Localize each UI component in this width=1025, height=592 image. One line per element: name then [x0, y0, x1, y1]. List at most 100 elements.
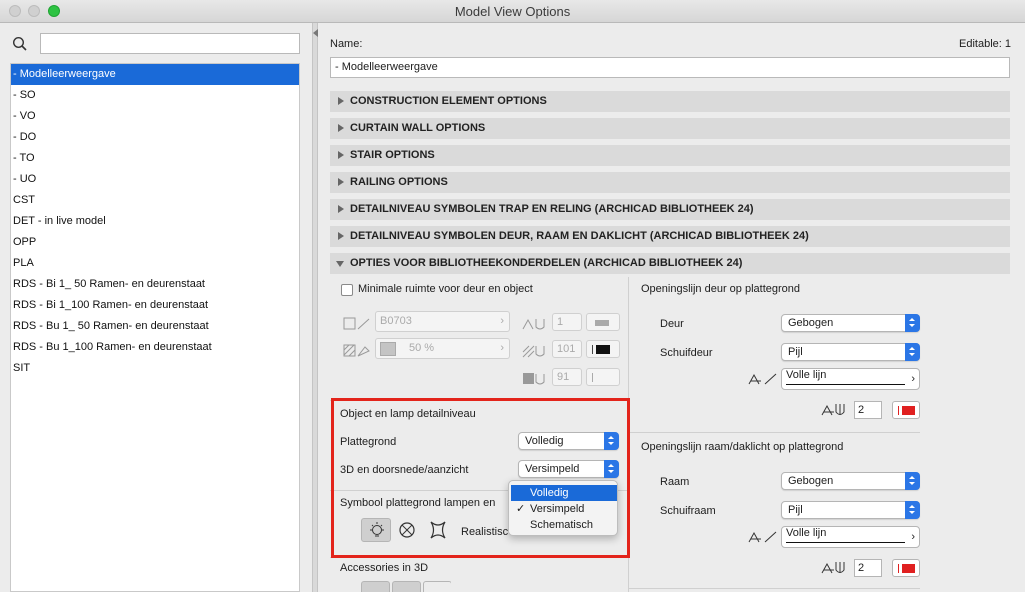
fill-name-field: B0703 › — [375, 311, 510, 332]
section-title: CONSTRUCTION ELEMENT OPTIONS — [350, 95, 547, 107]
fill-name-text: B0703 — [380, 315, 412, 327]
list-item[interactable]: - DO — [11, 127, 299, 148]
disclosure-triangle-icon — [338, 232, 344, 240]
chevron-right-icon: › — [911, 531, 915, 543]
title-bar: Model View Options — [0, 0, 1025, 23]
door-select[interactable]: Gebogen — [781, 314, 920, 332]
sliding-door-select[interactable]: Pijl — [781, 343, 920, 361]
section-title: RAILING OPTIONS — [350, 176, 448, 188]
editable-count: Editable: 1 — [959, 38, 1011, 50]
hatch-pen-icon — [522, 345, 545, 358]
line-type-icon — [748, 373, 777, 385]
fill-line-icon — [343, 317, 370, 330]
list-item[interactable]: RDS - Bi 1_100 Ramen- en deurenstaat — [11, 295, 299, 316]
updown-arrows-icon — [905, 343, 920, 361]
search-icon — [12, 36, 27, 51]
pen-weight-icon — [821, 562, 845, 574]
divider — [629, 432, 920, 433]
window-label: Raam — [660, 476, 690, 488]
list-item[interactable]: SIT — [11, 358, 299, 379]
disclosure-triangle-icon — [338, 124, 344, 132]
chevron-right-icon: › — [500, 315, 504, 327]
pen-number-field: 101 — [552, 340, 582, 358]
list-item[interactable]: - VO — [11, 106, 299, 127]
background-pen-icon — [523, 373, 545, 385]
section-title: DETAILNIVEAU SYMBOLEN DEUR, RAAM EN DAKL… — [350, 230, 809, 242]
list-item[interactable]: PLA — [11, 253, 299, 274]
line-type-icon — [748, 531, 777, 543]
disclosure-triangle-icon — [338, 205, 344, 213]
line-type-value: Volle lijn — [786, 369, 827, 381]
section-detail-stair-railing[interactable]: DETAILNIVEAU SYMBOLEN TRAP EN RELING (AR… — [330, 199, 1010, 220]
pen-color-button — [586, 340, 620, 358]
section-title: CURTAIN WALL OPTIONS — [350, 122, 486, 134]
chevron-right-icon: › — [500, 342, 504, 354]
window-value: Gebogen — [788, 475, 834, 487]
search-input[interactable] — [40, 33, 300, 54]
line-preview — [786, 384, 905, 385]
pen-weight-icon — [522, 318, 545, 330]
section-railing-options[interactable]: RAILING OPTIONS — [330, 172, 1010, 193]
sliding-door-value: Pijl — [788, 346, 803, 358]
list-item[interactable]: RDS - Bu 1_ 50 Ramen- en deurenstaat — [11, 316, 299, 337]
view-list-sidebar: - Modelleerweergave - SO - VO - DO - TO … — [0, 23, 312, 592]
checkmark-icon: ✓ — [516, 503, 526, 515]
accessories-3d-label: Accessories in 3D — [340, 562, 429, 574]
disclosure-triangle-icon — [338, 97, 344, 105]
list-item[interactable]: - UO — [11, 169, 299, 190]
section-library-options[interactable]: OPTIES VOOR BIBLIOTHEEKONDERDELEN (ARCHI… — [330, 253, 1010, 274]
3d-section-dropdown-menu[interactable]: Volledig ✓ Versimpeld Schematisch — [508, 480, 618, 536]
window-title: Model View Options — [454, 4, 571, 19]
window-pen-number[interactable]: 2 — [854, 559, 882, 577]
list-item[interactable]: DET - in live model — [11, 211, 299, 232]
min-space-checkbox[interactable] — [341, 284, 353, 296]
line-preview — [786, 542, 905, 543]
door-line-type-button[interactable]: Volle lijn › — [781, 368, 920, 390]
name-label: Name: — [330, 38, 363, 50]
section-stair-options[interactable]: STAIR OPTIONS — [330, 145, 1010, 166]
pen-number-field: 1 — [552, 313, 582, 331]
list-item[interactable]: - SO — [11, 85, 299, 106]
min-space-label: Minimale ruimte voor deur en object — [358, 283, 533, 295]
sliding-window-select[interactable]: Pijl — [781, 501, 920, 519]
line-type-value: Volle lijn — [786, 527, 827, 539]
section-construction-element-options[interactable]: CONSTRUCTION ELEMENT OPTIONS — [330, 91, 1010, 112]
section-title: DETAILNIVEAU SYMBOLEN TRAP EN RELING (AR… — [350, 203, 754, 215]
divider — [629, 588, 920, 589]
accessory-button[interactable] — [392, 581, 421, 592]
accessories-buttons — [361, 581, 451, 592]
disclosure-triangle-icon — [338, 151, 344, 159]
chevron-right-icon: › — [911, 373, 915, 385]
name-field[interactable]: - Modelleerweergave — [330, 57, 1010, 78]
sliding-door-label: Schuifdeur — [660, 347, 713, 359]
window-line-type-button[interactable]: Volle lijn › — [781, 526, 920, 548]
accessory-button[interactable] — [361, 581, 390, 592]
hatch-fill-icon — [343, 344, 370, 357]
fill-percent-text: 50 % — [409, 342, 435, 354]
window-pen-color-button[interactable] — [892, 559, 920, 577]
list-item[interactable]: CST — [11, 190, 299, 211]
dropdown-option-label: Versimpeld — [530, 503, 585, 515]
section-title: STAIR OPTIONS — [350, 149, 435, 161]
dropdown-option-volledig[interactable]: Volledig — [511, 485, 617, 501]
model-view-list[interactable]: - Modelleerweergave - SO - VO - DO - TO … — [10, 63, 300, 592]
list-item[interactable]: - TO — [11, 148, 299, 169]
window-select[interactable]: Gebogen — [781, 472, 920, 490]
list-item[interactable]: RDS - Bu 1_100 Ramen- en deurenstaat — [11, 337, 299, 358]
disclosure-triangle-icon — [338, 178, 344, 186]
dropdown-option-versimpeld[interactable]: ✓ Versimpeld — [511, 501, 617, 517]
section-curtain-wall-options[interactable]: CURTAIN WALL OPTIONS — [330, 118, 1010, 139]
pen-number-field: 91 — [552, 368, 582, 386]
list-item[interactable]: - Modelleerweergave — [11, 64, 299, 85]
accessory-button[interactable] — [423, 581, 451, 592]
updown-arrows-icon — [905, 501, 920, 519]
door-pen-number[interactable]: 2 — [854, 401, 882, 419]
list-item[interactable]: OPP — [11, 232, 299, 253]
updown-arrows-icon — [905, 472, 920, 490]
pen-weight-icon — [821, 404, 845, 416]
section-detail-door-window[interactable]: DETAILNIVEAU SYMBOLEN DEUR, RAAM EN DAKL… — [330, 226, 1010, 247]
dropdown-option-schematisch[interactable]: Schematisch — [511, 517, 617, 533]
list-item[interactable]: RDS - Bi 1_ 50 Ramen- en deurenstaat — [11, 274, 299, 295]
door-pen-color-button[interactable] — [892, 401, 920, 419]
sliding-window-label: Schuifraam — [660, 505, 716, 517]
